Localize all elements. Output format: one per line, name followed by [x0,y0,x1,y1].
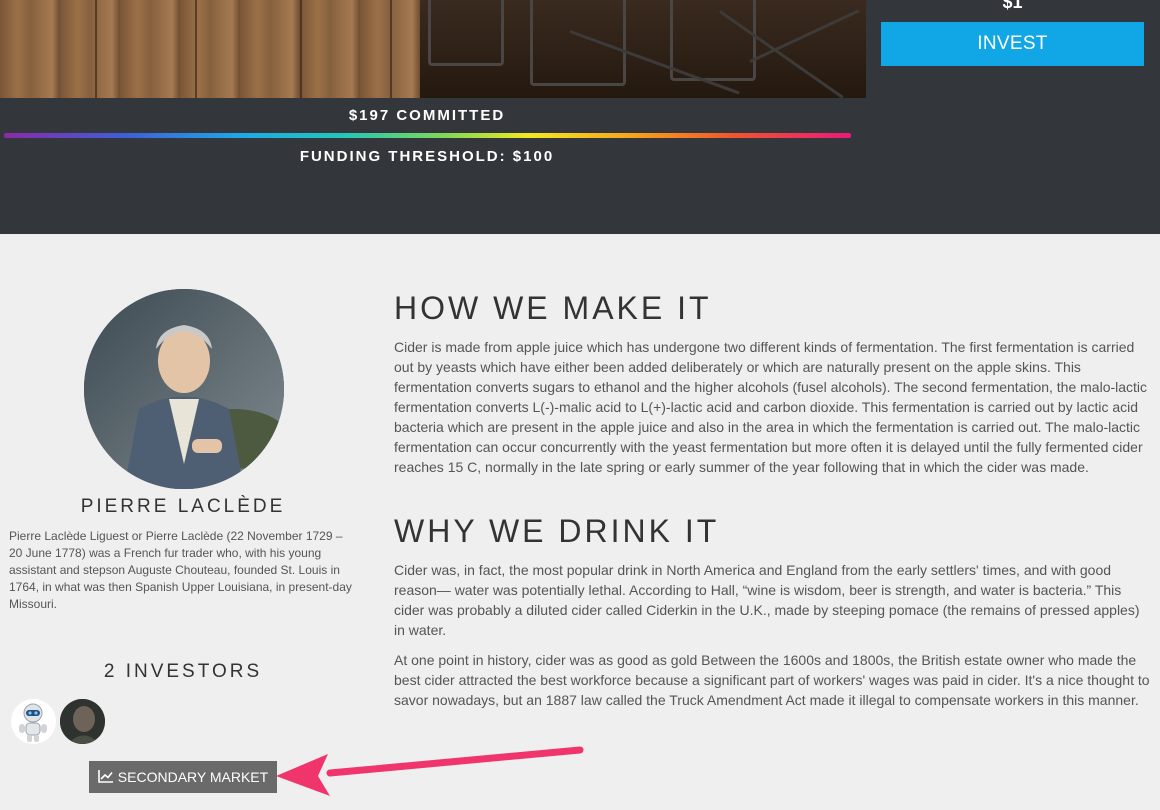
why-we-drink-it-text-2: At one point in history, cider was as go… [394,652,1150,708]
investor-avatar-person[interactable] [60,699,105,744]
secondary-market-button[interactable]: SECONDARY MARKET [89,761,277,793]
how-we-make-it-text: Cider is made from apple juice which has… [394,339,1148,475]
why-we-drink-it-heading: WHY WE DRINK IT [394,513,720,549]
secondary-market-label: SECONDARY MARKET [117,769,269,785]
investor-avatar-robot[interactable] [11,699,56,744]
trend-chart-icon [97,769,114,786]
founder-name: PIERRE LACLÈDE [80,496,286,517]
founder-bio: Pierre Laclède Liguest or Pierre Laclède… [9,529,352,611]
hero-image [0,0,866,98]
funding-threshold: FUNDING THRESHOLD: $100 [299,148,555,165]
funding-progress-bar [4,133,851,138]
why-we-drink-it-text-1: Cider was, in fact, the most popular dri… [394,562,1140,638]
share-price: $1 [1002,0,1023,12]
investors-count: 2 INVESTORS [103,661,263,682]
founder-portrait [84,289,284,489]
how-we-make-it-heading: HOW WE MAKE IT [394,290,712,326]
committed-amount: $197 COMMITTED [348,107,506,124]
campaign-header: $197 COMMITTED FUNDING THRESHOLD: $100 $… [0,0,1160,234]
annotation-arrow [276,746,584,796]
invest-button[interactable]: INVEST [881,22,1144,66]
